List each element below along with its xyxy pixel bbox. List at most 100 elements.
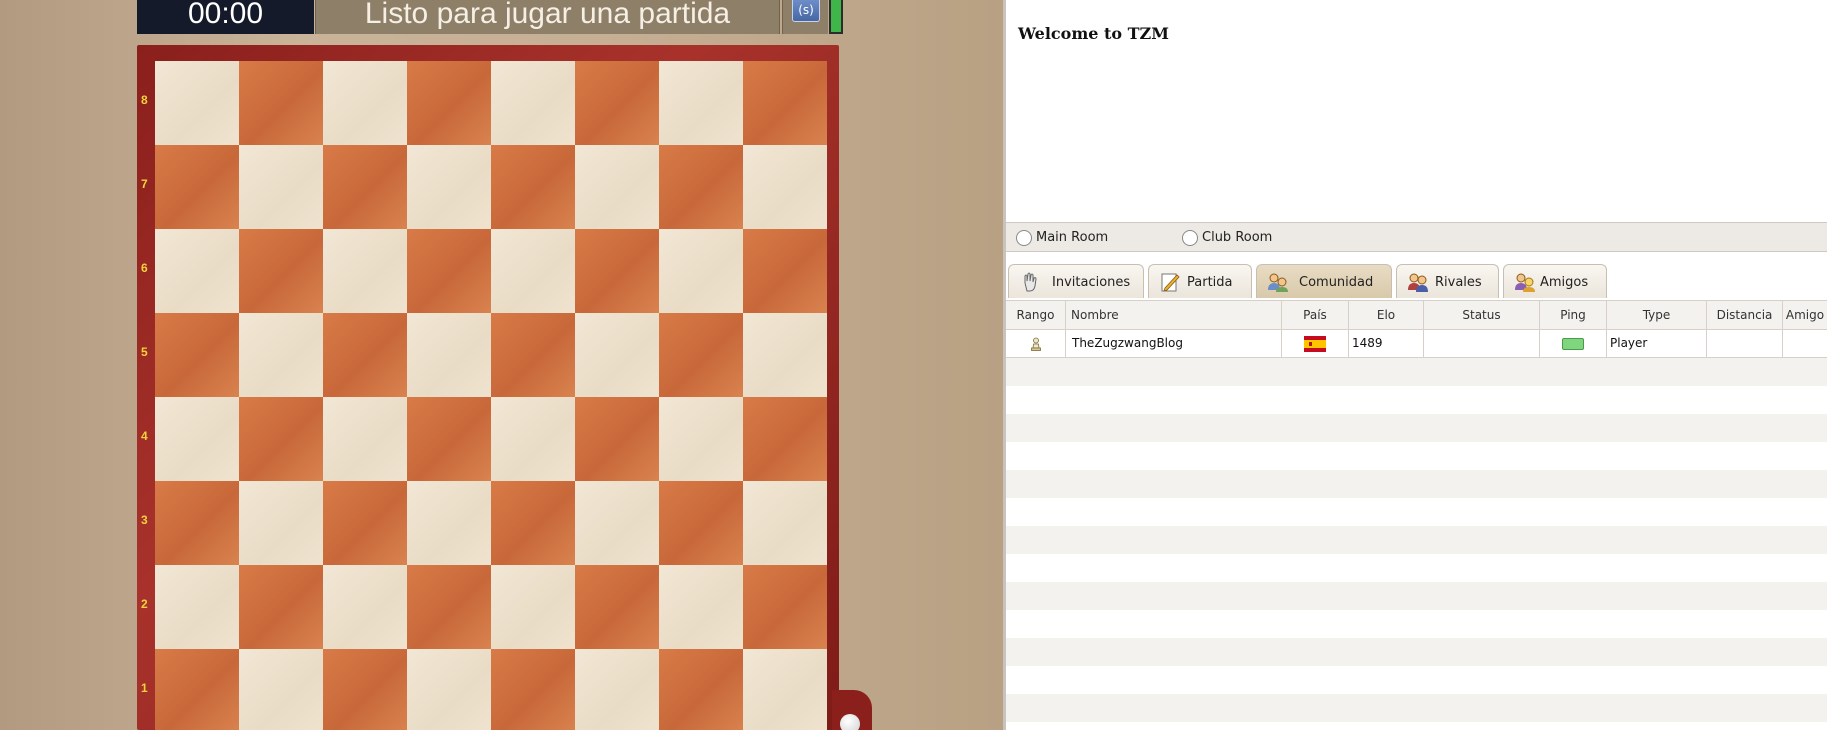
square-h8[interactable] [743,61,827,145]
ping-cell [1540,330,1607,357]
main-room-label[interactable]: Main Room [1036,230,1108,245]
square-e5[interactable] [491,313,575,397]
square-b1[interactable] [239,649,323,730]
square-c4[interactable] [323,397,407,481]
square-g5[interactable] [659,313,743,397]
square-b3[interactable] [239,481,323,565]
main-room-radio[interactable] [1016,230,1032,246]
square-h6[interactable] [743,229,827,313]
square-a1[interactable] [155,649,239,730]
table-row[interactable]: TheZugzwangBlog 1489 Player [1006,330,1827,358]
square-d6[interactable] [407,229,491,313]
tab-label: Amigos [1540,275,1589,290]
square-e1[interactable] [491,649,575,730]
square-g8[interactable] [659,61,743,145]
square-c1[interactable] [323,649,407,730]
square-f7[interactable] [575,145,659,229]
square-c6[interactable] [323,229,407,313]
tab-label: Partida [1187,275,1233,290]
square-f8[interactable] [575,61,659,145]
tab-partida[interactable]: Partida [1148,264,1252,298]
square-a6[interactable] [155,229,239,313]
column-header-distancia[interactable]: Distancia [1707,301,1783,331]
tab-comunidad[interactable]: Comunidad [1256,264,1392,298]
square-e2[interactable] [491,565,575,649]
square-f2[interactable] [575,565,659,649]
tab-invitaciones[interactable]: Invitaciones [1008,264,1144,298]
rank-label-6: 6 [141,261,148,275]
square-h3[interactable] [743,481,827,565]
square-h1[interactable] [743,649,827,730]
column-header-rango[interactable]: Rango [1006,301,1066,331]
club-room-label[interactable]: Club Room [1202,230,1272,245]
square-e8[interactable] [491,61,575,145]
side-panel: Welcome to TZM Main Room Club Room Invit… [1006,0,1827,730]
square-g7[interactable] [659,145,743,229]
club-room-radio[interactable] [1182,230,1198,246]
square-h5[interactable] [743,313,827,397]
square-h7[interactable] [743,145,827,229]
square-e4[interactable] [491,397,575,481]
square-c3[interactable] [323,481,407,565]
tab-amigos[interactable]: Amigos [1503,264,1607,298]
rivals-icon [1408,273,1428,292]
square-d3[interactable] [407,481,491,565]
square-c2[interactable] [323,565,407,649]
square-a3[interactable] [155,481,239,565]
square-c5[interactable] [323,313,407,397]
distancia-cell [1707,330,1783,357]
square-d8[interactable] [407,61,491,145]
elo-cell: 1489 [1349,330,1424,357]
square-b4[interactable] [239,397,323,481]
square-h2[interactable] [743,565,827,649]
square-d2[interactable] [407,565,491,649]
square-a8[interactable] [155,61,239,145]
community-icon [1268,273,1288,292]
column-header-elo[interactable]: Elo [1349,301,1424,331]
column-header-amigo[interactable]: Amigo [1783,301,1827,331]
square-b5[interactable] [239,313,323,397]
square-b8[interactable] [239,61,323,145]
square-g6[interactable] [659,229,743,313]
square-a2[interactable] [155,565,239,649]
square-e6[interactable] [491,229,575,313]
square-a5[interactable] [155,313,239,397]
square-g1[interactable] [659,649,743,730]
square-a4[interactable] [155,397,239,481]
nombre-cell[interactable]: TheZugzwangBlog [1066,330,1282,357]
square-f5[interactable] [575,313,659,397]
column-header-pais[interactable]: País [1282,301,1349,331]
square-f4[interactable] [575,397,659,481]
square-b2[interactable] [239,565,323,649]
square-f3[interactable] [575,481,659,565]
square-b7[interactable] [239,145,323,229]
rank-label-1: 1 [141,681,148,695]
square-d7[interactable] [407,145,491,229]
square-d5[interactable] [407,313,491,397]
chessboard[interactable] [155,61,827,730]
options-button[interactable]: (s) [782,0,828,34]
square-e3[interactable] [491,481,575,565]
pais-cell [1282,330,1349,357]
column-header-ping[interactable]: Ping [1540,301,1607,331]
square-e7[interactable] [491,145,575,229]
column-header-status[interactable]: Status [1424,301,1540,331]
square-g3[interactable] [659,481,743,565]
square-g4[interactable] [659,397,743,481]
column-header-nombre[interactable]: Nombre [1066,301,1282,331]
square-f1[interactable] [575,649,659,730]
square-b6[interactable] [239,229,323,313]
tab-rivales[interactable]: Rivales [1396,264,1499,298]
square-a7[interactable] [155,145,239,229]
square-g2[interactable] [659,565,743,649]
square-h4[interactable] [743,397,827,481]
square-d4[interactable] [407,397,491,481]
square-c7[interactable] [323,145,407,229]
square-d1[interactable] [407,649,491,730]
tab-label: Rivales [1435,275,1482,290]
square-c8[interactable] [323,61,407,145]
rank-label-8: 8 [141,93,148,107]
square-f6[interactable] [575,229,659,313]
tab-bar: Invitaciones Partida Comunidad Rivales A… [1006,263,1827,300]
column-header-type[interactable]: Type [1607,301,1707,331]
